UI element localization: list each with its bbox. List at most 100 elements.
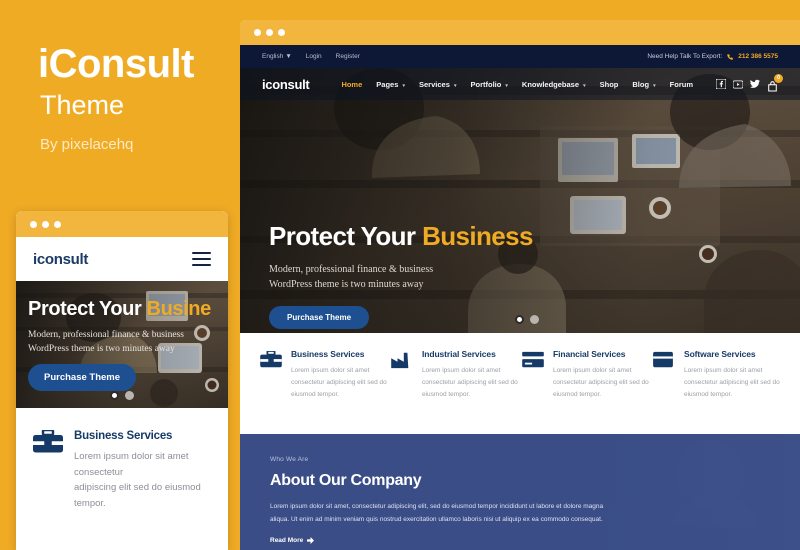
nav-item-blog[interactable]: Blog ▾ <box>632 80 655 89</box>
register-link[interactable]: Register <box>336 53 360 60</box>
service-text: Lorem ipsum dolor sit amet consectetur a… <box>684 367 780 399</box>
site-navbar: iconsult Home Pages ▾ Services ▾ Portfol… <box>240 68 800 100</box>
nav-item-home[interactable]: Home <box>341 80 362 89</box>
briefcase-icon <box>33 428 63 512</box>
phone-number[interactable]: 212 386 5575 <box>738 53 778 60</box>
service-title: Software Services <box>684 349 756 359</box>
hero-heading-accent: Business <box>422 221 533 251</box>
monitor-icon <box>653 349 675 434</box>
chevron-down-icon: ▾ <box>505 82 508 89</box>
mobile-header: iconsult <box>16 237 228 281</box>
window-dot-maximize[interactable] <box>278 29 285 36</box>
language-selector[interactable]: English ▼ <box>262 53 292 60</box>
arrow-right-icon <box>307 537 315 545</box>
promo-title: iConsult <box>38 42 194 86</box>
mobile-hero-heading-main: Protect Your <box>28 298 147 320</box>
service-text: Lorem ipsum dolor sit amet consectetur a… <box>291 367 387 399</box>
window-dot-minimize[interactable] <box>42 220 49 228</box>
language-label: English <box>262 53 284 60</box>
hero-heading-main: Protect Your <box>269 221 423 251</box>
about-title: About Our Company <box>270 472 422 489</box>
mobile-hero-heading-accent: Busine <box>146 298 212 320</box>
chevron-down-icon: ▾ <box>583 82 586 89</box>
hero-slider: Protect Your Business Modern, profession… <box>240 68 800 333</box>
service-card-software[interactable]: Software Services Lorem ipsum dolor sit … <box>653 349 780 434</box>
mobile-purchase-theme-button[interactable]: Purchase Theme <box>28 364 137 391</box>
mobile-service-text-line1: Lorem ipsum dolor sit amet consectetur <box>74 451 189 478</box>
mobile-slider-dot-1[interactable] <box>110 391 119 400</box>
primary-menu: Home Pages ▾ Services ▾ Portfolio ▾ Know… <box>341 80 716 89</box>
nav-item-knowledgebase[interactable]: Knowledgebase ▾ <box>522 80 586 89</box>
promo-author: By pixelacehq <box>40 136 134 153</box>
hero-paragraph: Modern, professional finance & business … <box>269 262 433 292</box>
mobile-hero-paragraph: Modern, professional finance & business … <box>28 329 184 357</box>
mobile-hero-heading: Protect Your Busine <box>28 298 211 321</box>
credit-card-icon <box>522 349 544 434</box>
briefcase-icon <box>260 349 282 434</box>
purchase-theme-button[interactable]: Purchase Theme <box>269 306 370 329</box>
service-card-business[interactable]: Business Services Lorem ipsum dolor sit … <box>260 349 387 434</box>
service-title: Financial Services <box>553 349 626 359</box>
window-dot-close[interactable] <box>30 220 37 228</box>
service-card-industrial[interactable]: Industrial Services Lorem ipsum dolor si… <box>391 349 518 434</box>
twitter-icon[interactable] <box>750 79 760 89</box>
chevron-down-icon: ▾ <box>402 82 405 89</box>
read-more-link[interactable]: Read More <box>270 537 770 545</box>
mobile-service-card[interactable]: Business Services Lorem ipsum dolor sit … <box>16 408 228 512</box>
window-dot-minimize[interactable] <box>266 29 273 36</box>
site-logo[interactable]: iconsult <box>262 77 310 92</box>
nav-item-portfolio[interactable]: Portfolio ▾ <box>470 80 507 89</box>
about-section: Who We Are About Our Company Lorem ipsum… <box>240 434 800 550</box>
youtube-icon[interactable] <box>733 79 743 89</box>
services-row: Business Services Lorem ipsum dolor sit … <box>240 333 800 434</box>
window-dot-maximize[interactable] <box>54 220 61 228</box>
hero-overlay <box>240 68 800 333</box>
mobile-slider-dot-2[interactable] <box>125 391 134 400</box>
service-text: Lorem ipsum dolor sit amet consectetur a… <box>422 367 518 399</box>
social-links: 0 <box>716 73 783 91</box>
window-dot-close[interactable] <box>254 29 261 36</box>
about-kicker: Who We Are <box>270 456 309 463</box>
slider-dot-1[interactable] <box>515 315 524 324</box>
promo-subtitle: Theme <box>40 90 125 120</box>
hamburger-menu-icon[interactable] <box>192 248 211 270</box>
desktop-titlebar <box>240 20 800 45</box>
service-text: Lorem ipsum dolor sit amet consectetur a… <box>553 367 649 399</box>
shopping-cart-icon[interactable]: 0 <box>767 73 783 91</box>
nav-item-services[interactable]: Services ▾ <box>419 80 456 89</box>
service-title: Business Services <box>291 349 365 359</box>
help-label: Need Help Talk To Export: <box>647 53 723 60</box>
read-more-label: Read More <box>270 537 304 545</box>
desktop-browser-mockup: English ▼ Login Register Need Help Talk T… <box>240 20 800 550</box>
mobile-titlebar <box>16 211 228 237</box>
nav-item-pages[interactable]: Pages ▾ <box>376 80 405 89</box>
slider-dot-2[interactable] <box>530 315 539 324</box>
mobile-service-text-line2: adipiscing elit sed do eiusmod tempor. <box>74 482 201 510</box>
about-body: Lorem ipsum dolor sit amet, consectetur … <box>270 503 604 523</box>
hero-paragraph-line1: Modern, professional finance & business <box>269 264 434 275</box>
cart-count-badge: 0 <box>774 73 783 83</box>
factory-icon <box>391 349 413 434</box>
hero-paragraph-line2: WordPress theme is two minutes away <box>269 279 424 290</box>
mobile-hero-paragraph-line1: Modern, professional finance & business <box>28 330 184 340</box>
facebook-icon[interactable] <box>716 79 726 89</box>
mobile-service-title: Business Services <box>74 430 173 442</box>
mobile-browser-mockup: iconsult Protect Your Busine Modern, pro… <box>16 211 228 550</box>
chevron-down-icon: ▾ <box>453 82 457 89</box>
mobile-hero-slider: Protect Your Busine Modern, professional… <box>16 281 228 408</box>
hero-heading: Protect Your Business <box>269 223 533 249</box>
login-link[interactable]: Login <box>306 53 322 60</box>
hero-slider-dots <box>515 315 539 324</box>
service-card-financial[interactable]: Financial Services Lorem ipsum dolor sit… <box>522 349 649 434</box>
site-topbar: English ▼ Login Register Need Help Talk T… <box>240 45 800 68</box>
mobile-service-text: Lorem ipsum dolor sit amet consectetur a… <box>74 449 211 512</box>
nav-item-shop[interactable]: Shop <box>600 80 619 89</box>
screenshot-root: iConsult Theme By pixelacehq English ▼ Lo… <box>0 0 800 550</box>
chevron-down-icon: ▾ <box>653 82 656 89</box>
nav-item-forum[interactable]: Forum <box>670 80 693 89</box>
chevron-down-icon: ▼ <box>285 53 292 60</box>
phone-icon <box>727 53 734 60</box>
mobile-hero-paragraph-line2: WordPress theme is two minutes away <box>28 343 175 354</box>
service-title: Industrial Services <box>422 349 496 359</box>
mobile-site-logo[interactable]: iconsult <box>33 251 88 268</box>
